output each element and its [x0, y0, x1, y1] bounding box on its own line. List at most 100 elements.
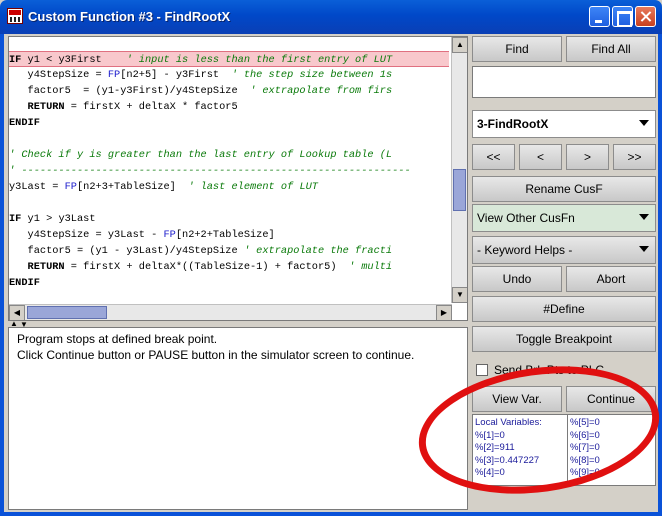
- code-line[interactable]: [9, 131, 449, 147]
- search-input[interactable]: [472, 66, 656, 98]
- code-line[interactable]: y4StepSize = y3Last - FP[n2+2+TableSize]: [9, 227, 449, 243]
- window-frame: IF y1 < y3First ' input is less than the…: [0, 34, 662, 516]
- code-token: IF: [9, 54, 28, 66]
- code-line[interactable]: RETURN = firstX + deltaX*((TableSize-1) …: [9, 259, 449, 275]
- code-token: [n2+3+TableSize]: [76, 181, 189, 193]
- function-select[interactable]: 3-FindRootX: [472, 110, 656, 138]
- first-button[interactable]: <<: [472, 144, 515, 170]
- code-token: ' last element of LUT: [188, 181, 318, 193]
- code-token: ' Check if y is greater than the last en…: [9, 149, 393, 161]
- vertical-scroll-thumb[interactable]: [453, 169, 466, 211]
- code-token: RETURN: [9, 261, 71, 273]
- chevron-down-icon: [639, 120, 649, 126]
- code-token: ' multi: [348, 261, 393, 273]
- code-token: y4StepSize = y3Last -: [9, 229, 164, 241]
- side-panel: Find Find All 3-FindRootX << < > >> Rena…: [468, 34, 658, 512]
- view-var-button[interactable]: View Var.: [472, 386, 562, 412]
- code-line[interactable]: y3Last = FP[n2+3+TableSize] ' last eleme…: [9, 179, 449, 195]
- view-other-cusfn-select[interactable]: View Other CusFn: [472, 204, 656, 232]
- next-button[interactable]: >: [566, 144, 609, 170]
- output-line: Program stops at defined break point.: [17, 332, 218, 346]
- code-line[interactable]: ENDIF: [9, 275, 449, 291]
- scroll-right-arrow-icon[interactable]: ▶: [436, 305, 452, 320]
- code-token: ' --------------------------------------…: [9, 165, 411, 177]
- output-line: Click Continue button or PAUSE button in…: [17, 348, 415, 362]
- code-token: FP: [64, 181, 77, 193]
- code-line[interactable]: factor5 = (y1-y3First)/y4StepSize ' extr…: [9, 83, 449, 99]
- code-token: y4StepSize =: [9, 69, 108, 81]
- code-line[interactable]: y4StepSize = FP[n2+5] - y3First ' the st…: [9, 67, 449, 83]
- keyword-helps-label: - Keyword Helps -: [477, 243, 573, 257]
- code-token: ' input is less than the first entry of …: [126, 54, 393, 66]
- code-line[interactable]: ENDIF: [9, 115, 449, 131]
- variable-value: %[1]=0: [475, 429, 505, 441]
- find-all-button[interactable]: Find All: [566, 36, 656, 62]
- output-console: Program stops at defined break point. Cl…: [8, 327, 468, 510]
- toggle-breakpoint-button[interactable]: Toggle Breakpoint: [472, 326, 656, 352]
- code-token: y1 < y3First: [27, 54, 127, 66]
- code-line[interactable]: ' Check if y is greater than the last en…: [9, 147, 449, 163]
- code-token: FP: [107, 69, 121, 81]
- variables-left-column: Local Variables: %[1]=0 %[2]=911 %[3]=0.44…: [475, 417, 565, 480]
- variables-heading: Local Variables:: [475, 417, 542, 428]
- editor-vertical-scrollbar[interactable]: ▲ ▼: [451, 37, 467, 303]
- find-button[interactable]: Find: [472, 36, 562, 62]
- code-token: ' extrapolate from firs: [250, 85, 393, 97]
- code-text[interactable]: IF y1 < y3First ' input is less than the…: [9, 51, 449, 291]
- app-icon: [7, 8, 23, 24]
- define-button[interactable]: #Define: [472, 296, 656, 322]
- code-line[interactable]: IF y1 < y3First ' input is less than the…: [9, 51, 449, 67]
- code-token: ' extrapolate the fracti: [243, 245, 393, 257]
- variable-value: %[9]=0: [570, 467, 600, 478]
- send-brk-pts-checkbox[interactable]: Send Brk.Pts to PLC: [472, 360, 656, 382]
- code-token: factor5 = (y1 - y3Last)/y4StepSize: [9, 245, 244, 257]
- function-select-value: 3-FindRootX: [477, 117, 549, 131]
- variable-value: %[6]=0: [570, 429, 600, 441]
- variables-right-column: %[5]=0 %[6]=0 %[7]=0 %[8]=0 %[9]=0: [567, 415, 600, 485]
- code-line[interactable]: factor5 = (y1 - y3Last)/y4StepSize ' ext…: [9, 243, 449, 259]
- view-other-label: View Other CusFn: [477, 211, 575, 225]
- close-button[interactable]: [635, 6, 656, 27]
- code-line[interactable]: IF y1 > y3Last: [9, 211, 449, 227]
- code-editor[interactable]: IF y1 < y3First ' input is less than the…: [8, 36, 468, 321]
- abort-button[interactable]: Abort: [566, 266, 656, 292]
- horizontal-scroll-thumb[interactable]: [27, 306, 107, 319]
- previous-button[interactable]: <: [519, 144, 562, 170]
- title-bar: Custom Function #3 - FindRootX: [0, 0, 662, 34]
- code-token: FP: [163, 229, 176, 241]
- code-token: = firstX + deltaX * factor5: [70, 101, 238, 113]
- send-brk-pts-label: Send Brk.Pts to PLC: [494, 363, 605, 377]
- code-token: ENDIF: [9, 117, 40, 129]
- window-body: IF y1 < y3First ' input is less than the…: [4, 34, 658, 512]
- code-token: [n2+5] - y3First: [120, 69, 232, 81]
- window-title: Custom Function #3 - FindRootX: [28, 9, 231, 24]
- keyword-helps-select[interactable]: - Keyword Helps -: [472, 236, 656, 264]
- code-line[interactable]: [9, 195, 449, 211]
- rename-cusf-button[interactable]: Rename CusF: [472, 176, 656, 202]
- scroll-down-arrow-icon[interactable]: ▼: [452, 287, 467, 303]
- code-line[interactable]: ' --------------------------------------…: [9, 163, 449, 179]
- undo-button[interactable]: Undo: [472, 266, 562, 292]
- code-token: RETURN: [9, 101, 71, 113]
- checkbox-icon[interactable]: [476, 364, 488, 376]
- variable-value: %[2]=911: [475, 442, 515, 453]
- code-token: = firstX + deltaX*((TableSize-1) + facto…: [70, 261, 349, 273]
- scroll-up-arrow-icon[interactable]: ▲: [452, 37, 467, 53]
- chevron-down-icon: [639, 214, 649, 220]
- code-token: y3Last =: [9, 181, 65, 193]
- editor-horizontal-scrollbar[interactable]: ◀ ▶: [9, 304, 452, 320]
- code-token: [n2+2+TableSize]: [175, 229, 275, 241]
- variable-value: %[5]=0: [570, 417, 600, 428]
- code-token: IF: [9, 213, 28, 225]
- variable-value: %[3]=0.447227: [475, 454, 540, 466]
- code-line[interactable]: RETURN = firstX + deltaX * factor5: [9, 99, 449, 115]
- minimize-button[interactable]: [589, 6, 610, 27]
- chevron-down-icon: [639, 246, 649, 252]
- variable-value: %[8]=0: [570, 454, 600, 466]
- last-button[interactable]: >>: [613, 144, 656, 170]
- code-token: factor5 = (y1-y3First)/y4StepSize: [9, 85, 250, 97]
- continue-button[interactable]: Continue: [566, 386, 656, 412]
- local-variables-panel: Local Variables: %[1]=0 %[2]=911 %[3]=0.44…: [472, 414, 656, 486]
- maximize-button[interactable]: [612, 6, 633, 27]
- variable-value: %[4]=0: [475, 467, 505, 478]
